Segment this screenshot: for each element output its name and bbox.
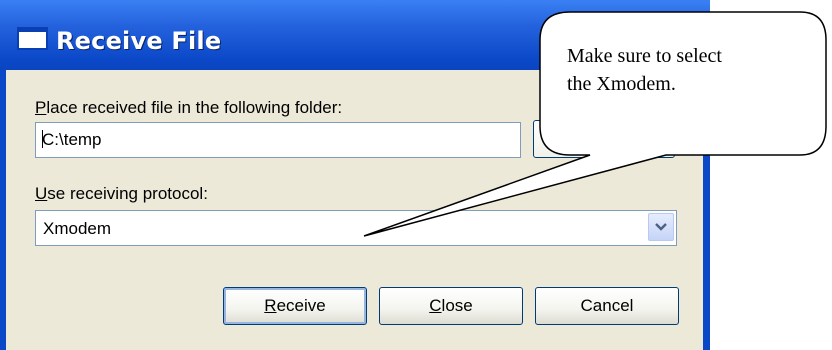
dropdown-arrow-button[interactable] bbox=[648, 213, 674, 241]
chevron-down-icon bbox=[655, 223, 667, 231]
protocol-label: Use receiving protocol: bbox=[35, 184, 208, 204]
protocol-label-text: se receiving protocol: bbox=[47, 184, 208, 203]
callout-line-2: the Xmodem. bbox=[567, 73, 676, 95]
folder-label-text: lace received file in the following fold… bbox=[46, 98, 343, 117]
protocol-select[interactable]: Xmodem bbox=[35, 210, 677, 246]
callout-text: Make sure to select the Xmodem. bbox=[567, 42, 807, 98]
callout-line-1: Make sure to select bbox=[567, 45, 722, 67]
protocol-label-accelerator: U bbox=[35, 184, 48, 203]
browse-button[interactable] bbox=[533, 120, 675, 158]
folder-input[interactable]: C:\temp bbox=[35, 122, 521, 158]
window-icon bbox=[17, 27, 48, 50]
folder-label-accelerator: P bbox=[35, 98, 47, 117]
window-title: Receive File bbox=[56, 27, 222, 55]
folder-label: Place received file in the following fol… bbox=[35, 98, 342, 118]
receive-button[interactable]: Receive bbox=[223, 287, 367, 325]
close-label: lose bbox=[441, 296, 473, 315]
receive-accelerator: R bbox=[264, 296, 277, 315]
protocol-selected-value: Xmodem bbox=[43, 219, 112, 238]
receive-label: eceive bbox=[276, 296, 326, 315]
folder-input-value: C:\temp bbox=[42, 130, 102, 149]
close-button[interactable]: Close bbox=[379, 287, 523, 325]
window-frame-right bbox=[703, 70, 710, 350]
close-accelerator: C bbox=[429, 296, 442, 315]
cancel-button[interactable]: Cancel bbox=[535, 287, 679, 325]
